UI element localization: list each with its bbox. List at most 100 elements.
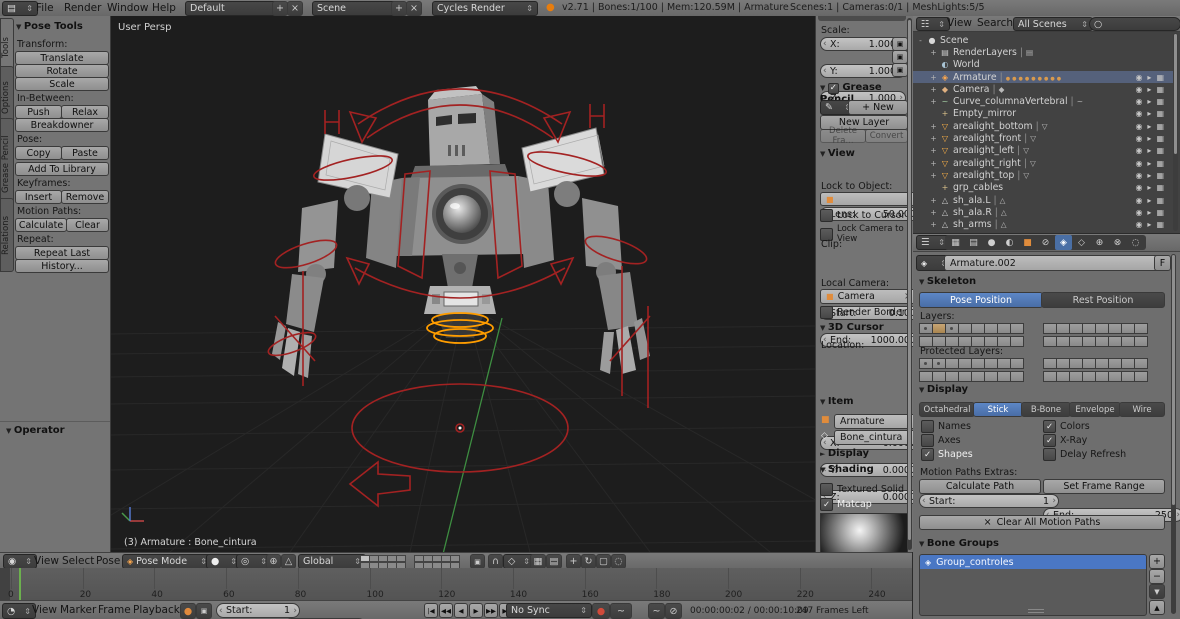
renderable-icon[interactable]: ▦ bbox=[1156, 73, 1164, 82]
protected-layer-15[interactable] bbox=[1010, 371, 1024, 382]
gp-new-button[interactable]: + New bbox=[848, 100, 908, 115]
outliner-search-input[interactable]: ○ bbox=[1089, 17, 1180, 31]
lock-scale-x-icon[interactable]: ▣ bbox=[892, 37, 908, 51]
push-button[interactable]: Push bbox=[15, 105, 62, 119]
selectable-icon[interactable]: ▸ bbox=[1147, 97, 1151, 106]
menu-file[interactable]: File bbox=[36, 0, 54, 16]
add-scene-button[interactable]: + bbox=[391, 1, 407, 16]
protected-layer-b-7[interactable] bbox=[1134, 358, 1148, 369]
keying-set-lock-icon[interactable]: ▣ bbox=[196, 603, 212, 619]
auto-keyframe-button[interactable]: ● bbox=[180, 603, 196, 619]
protected-layer-b-2[interactable] bbox=[1069, 358, 1083, 369]
protected-layer-4[interactable] bbox=[971, 358, 985, 369]
record-button[interactable]: ● bbox=[592, 603, 610, 619]
outliner-row-Armature[interactable]: +◈Armature|●●●●●●●●●◉▸▦ bbox=[913, 71, 1173, 83]
protected-layer-b-8[interactable] bbox=[1043, 371, 1057, 382]
bone-group-item[interactable]: ◈ Group_controles bbox=[920, 555, 1146, 569]
snap-magnet-icon[interactable]: ∩ bbox=[488, 554, 503, 569]
bone-groups-panel-header[interactable]: Bone Groups bbox=[919, 538, 999, 549]
outliner-row-arealight_bottom[interactable]: +▽arealight_bottom|▽◉▸▦ bbox=[913, 120, 1173, 132]
protected-layer-b-4[interactable] bbox=[1095, 358, 1109, 369]
display-panel-header[interactable]: Display bbox=[820, 448, 869, 459]
modifiers-tab[interactable]: ⊕ bbox=[1091, 235, 1108, 250]
calculate-button[interactable]: Calculate bbox=[15, 218, 67, 232]
armature-layer-b-5[interactable] bbox=[1108, 323, 1122, 334]
protected-layer-10[interactable] bbox=[945, 371, 959, 382]
rotate-manipulator-icon[interactable]: ↻ bbox=[581, 554, 596, 569]
gp-delete-frame-button[interactable]: Delete Fra... bbox=[820, 129, 866, 143]
bone-group-specials-button[interactable]: ▼ bbox=[1149, 584, 1165, 599]
protected-layer-b-12[interactable] bbox=[1095, 371, 1109, 382]
frame-start-field[interactable]: Start:1 bbox=[216, 603, 300, 618]
object-name-field[interactable]: Armature bbox=[834, 414, 913, 429]
display-mode-bbone[interactable]: B-Bone bbox=[1021, 402, 1071, 417]
xray-checkbox[interactable] bbox=[1043, 434, 1056, 447]
textured-solid-checkbox[interactable] bbox=[820, 483, 833, 496]
hide-icon[interactable]: ◉ bbox=[1135, 208, 1142, 217]
mode-selector[interactable]: ◈ Pose Mode ⇕ bbox=[122, 554, 212, 569]
opengl-render-anim-button[interactable]: ▤ bbox=[546, 554, 562, 569]
outliner-row-sh_ala.R[interactable]: +△sh_ala.R|△◉▸▦ bbox=[913, 206, 1173, 218]
names-row[interactable]: Names bbox=[921, 420, 971, 433]
scene-selector[interactable]: Scene bbox=[312, 1, 400, 16]
fake-user-button[interactable]: F bbox=[1154, 255, 1171, 271]
npanel-scrollbar[interactable] bbox=[907, 18, 912, 550]
armature-layer-b-11[interactable] bbox=[1082, 336, 1096, 347]
renderable-icon[interactable]: ▦ bbox=[1156, 109, 1164, 118]
gp-convert-button[interactable]: Convert bbox=[865, 129, 908, 143]
relax-button[interactable]: Relax bbox=[61, 105, 109, 119]
armature-layer-b-1[interactable] bbox=[1056, 323, 1070, 334]
colors-row[interactable]: Colors bbox=[1043, 420, 1090, 433]
protected-layer-3[interactable] bbox=[958, 358, 972, 369]
breakdowner-button[interactable]: Breakdowner bbox=[15, 118, 109, 132]
expand-toggle[interactable]: + bbox=[930, 122, 937, 131]
protected-layer-b-10[interactable] bbox=[1069, 371, 1083, 382]
armature-layer-4[interactable] bbox=[971, 323, 985, 334]
playback-button-3[interactable]: ▶ bbox=[469, 603, 483, 618]
matcap-preview[interactable] bbox=[820, 513, 908, 552]
expand-toggle[interactable]: + bbox=[930, 208, 937, 217]
scale-manipulator-icon[interactable]: ▢ bbox=[596, 554, 611, 569]
lock-scale-z-icon[interactable]: ▣ bbox=[892, 63, 908, 77]
restrict-toggles[interactable]: ◉ ▸ ▦ bbox=[1135, 109, 1173, 118]
protected-layer-b-14[interactable] bbox=[1121, 371, 1135, 382]
selectable-icon[interactable]: ▸ bbox=[1147, 134, 1151, 143]
protected-layer-9[interactable] bbox=[932, 371, 946, 382]
expand-toggle[interactable]: + bbox=[930, 134, 937, 143]
renderable-icon[interactable]: ▦ bbox=[1156, 134, 1164, 143]
editor-type-button[interactable]: ▤ ⇕ bbox=[2, 1, 38, 16]
protected-layer-b-11[interactable] bbox=[1082, 371, 1096, 382]
expand-toggle[interactable]: - bbox=[917, 36, 924, 45]
outliner-search-menu[interactable]: Search bbox=[977, 16, 1013, 31]
protected-layer-0[interactable] bbox=[919, 358, 933, 369]
expand-toggle[interactable]: + bbox=[930, 171, 937, 180]
rotate-button[interactable]: Rotate bbox=[15, 64, 109, 78]
armature-layer-b-3[interactable] bbox=[1082, 323, 1096, 334]
restrict-toggles[interactable]: ◉▸▦ bbox=[1135, 146, 1173, 155]
object-tab[interactable]: ■ bbox=[1019, 235, 1036, 250]
outliner-row-sh_arms[interactable]: +△sh_arms|△◉▸▦ bbox=[913, 218, 1173, 230]
properties-scrollbar[interactable] bbox=[1171, 254, 1176, 614]
constraints-tab[interactable]: ⊘ bbox=[1037, 235, 1054, 250]
display-mode-envelope[interactable]: Envelope bbox=[1069, 402, 1121, 417]
add-bone-group-button[interactable]: + bbox=[1149, 554, 1165, 569]
playback-button-0[interactable]: |◀ bbox=[424, 603, 438, 618]
orientation-selector[interactable]: Global ⇕ bbox=[298, 554, 366, 569]
editor-type-button[interactable]: ◉ ⇕ bbox=[3, 554, 37, 569]
delay-refresh-checkbox[interactable] bbox=[1043, 448, 1056, 461]
selectable-icon[interactable]: ▸ bbox=[1147, 196, 1151, 205]
hide-icon[interactable]: ◉ bbox=[1135, 109, 1142, 118]
menu-render[interactable]: Render bbox=[64, 0, 101, 16]
selectable-icon[interactable]: ▸ bbox=[1147, 73, 1151, 82]
outliner-row-Empty_mirror[interactable]: +Empty_mirror◉▸▦ bbox=[913, 108, 1173, 120]
selectable-icon[interactable]: ▸ bbox=[1147, 109, 1151, 118]
outliner-row-Curve_columnaVertebral[interactable]: +~Curve_columnaVertebral|~◉▸▦ bbox=[913, 95, 1173, 107]
display-mode-octahedral[interactable]: Octahedral bbox=[919, 402, 975, 417]
restrict-toggles[interactable]: ◉▸▦ bbox=[1135, 73, 1173, 82]
outliner-scope-selector[interactable]: All Scenes ⇕ bbox=[1013, 17, 1093, 31]
hide-icon[interactable]: ◉ bbox=[1135, 134, 1142, 143]
layers-grid-2[interactable] bbox=[414, 555, 464, 569]
protected-layer-13[interactable] bbox=[984, 371, 998, 382]
clear-all-motion-paths-button[interactable]: × Clear All Motion Paths bbox=[919, 515, 1165, 530]
timeline-ruler[interactable]: 020406080100120140160180200220240 bbox=[0, 568, 912, 600]
